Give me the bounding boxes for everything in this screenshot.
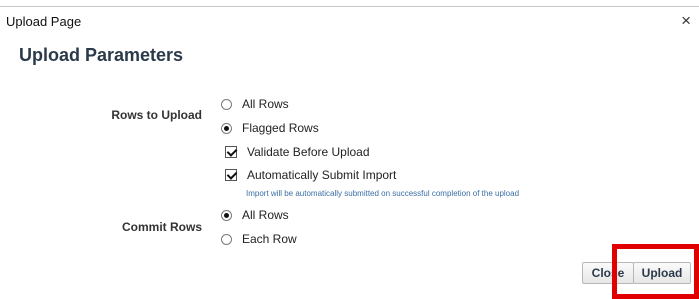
commit-rows-all-rows-option[interactable]: All Rows [221,208,289,222]
dialog-top-border [0,6,699,7]
commit-each-row-label: Each Row [242,232,297,246]
validate-before-upload-checkbox[interactable] [225,146,237,158]
commit-rows-each-row-option[interactable]: Each Row [221,232,297,246]
validate-before-upload-label: Validate Before Upload [247,145,370,159]
automatically-submit-import-option[interactable]: Automatically Submit Import [225,168,396,182]
flagged-rows-label: Flagged Rows [242,121,319,135]
automatically-submit-import-checkbox[interactable] [225,169,237,181]
flagged-rows-radio[interactable] [221,122,232,134]
all-rows-radio[interactable] [221,98,232,110]
rows-to-upload-all-rows-option[interactable]: All Rows [221,97,289,111]
dialog-title: Upload Page [6,14,82,29]
section-heading: Upload Parameters [19,45,184,65]
automatically-submit-import-label: Automatically Submit Import [247,168,397,182]
commit-rows-label: Commit Rows [121,220,202,234]
close-button[interactable]: Close [582,262,634,284]
commit-all-rows-radio[interactable] [221,209,232,221]
commit-all-rows-label: All Rows [242,208,289,222]
close-icon[interactable]: × [681,12,691,29]
upload-button[interactable]: Upload [633,262,691,284]
upload-dialog: Upload Page × Upload Parameters Rows to … [0,0,699,299]
all-rows-label: All Rows [242,97,289,111]
rows-to-upload-flagged-rows-option[interactable]: Flagged Rows [221,121,319,135]
auto-submit-hint: Import will be automatically submitted o… [246,189,520,198]
commit-each-row-radio[interactable] [221,233,232,245]
validate-before-upload-option[interactable]: Validate Before Upload [225,145,370,159]
rows-to-upload-label: Rows to Upload [111,108,202,122]
